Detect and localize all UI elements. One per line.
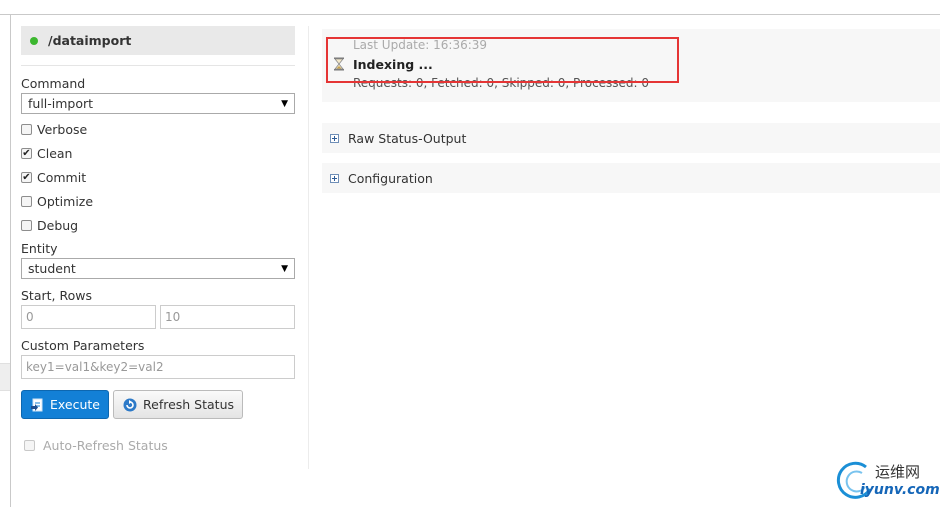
panel-divider	[308, 26, 309, 469]
command-select[interactable]: full-import ▼	[21, 93, 295, 114]
sidebar-edge-highlight	[0, 363, 10, 391]
execute-icon	[31, 398, 44, 412]
watermark-logo: 运维网 iyunv.com	[836, 459, 940, 503]
option-label: Optimize	[37, 193, 94, 209]
entity-select[interactable]: student ▼	[21, 258, 295, 279]
checkbox-unchecked-icon[interactable]	[21, 123, 32, 135]
execute-button[interactable]: Execute	[21, 390, 109, 419]
option-label: Clean	[37, 145, 73, 161]
checkbox-unchecked-icon[interactable]	[21, 219, 32, 231]
dataimport-form: /dataimport Command full-import ▼ Verbos…	[21, 26, 295, 453]
dropdown-arrow-icon: ▼	[281, 98, 288, 109]
start-rows-label: Start, Rows	[21, 288, 92, 303]
start-input[interactable]: 0	[21, 305, 156, 329]
left-border	[10, 14, 11, 507]
option-label: Debug	[37, 217, 79, 233]
rows-input[interactable]: 10	[160, 305, 295, 329]
refresh-status-button[interactable]: Refresh Status	[113, 390, 243, 419]
top-border	[0, 14, 940, 15]
option-label: Verbose	[37, 121, 88, 137]
section-label: Raw Status-Output	[348, 130, 467, 146]
command-label: Command	[21, 76, 86, 91]
action-buttons: Execute Refresh Status	[21, 390, 295, 419]
option-optimize[interactable]: Optimize	[21, 189, 295, 213]
core-header[interactable]: /dataimport	[21, 26, 295, 55]
core-name: /dataimport	[48, 33, 132, 48]
option-commit[interactable]: ✔ Commit	[21, 165, 295, 189]
status-dot-icon	[30, 36, 38, 45]
divider	[21, 65, 295, 66]
expand-plus-icon[interactable]	[330, 133, 339, 143]
refresh-label: Refresh Status	[143, 397, 235, 412]
option-verbose[interactable]: Verbose	[21, 117, 295, 141]
auto-refresh-label: Auto-Refresh Status	[43, 438, 168, 453]
refresh-icon	[123, 398, 137, 412]
highlight-annotation-box	[326, 37, 679, 83]
expand-plus-icon[interactable]	[330, 173, 339, 183]
execute-label: Execute	[50, 397, 100, 412]
watermark-en: iyunv.com	[860, 482, 940, 498]
section-label: Configuration	[348, 170, 433, 186]
dropdown-arrow-icon: ▼	[281, 263, 288, 274]
option-list: Verbose ✔ Clean ✔ Commit Optimize Debug	[21, 117, 295, 237]
start-rows-fields: 0 10	[21, 305, 295, 329]
entity-label: Entity	[21, 241, 58, 256]
checkbox-unchecked-icon[interactable]	[24, 440, 35, 451]
configuration-section[interactable]: Configuration	[322, 163, 940, 193]
entity-value: student	[28, 261, 76, 276]
option-label: Commit	[37, 169, 87, 185]
checkbox-checked-icon[interactable]: ✔	[21, 171, 32, 183]
checkbox-checked-icon[interactable]: ✔	[21, 147, 32, 159]
custom-params-label: Custom Parameters	[21, 338, 145, 353]
checkbox-unchecked-icon[interactable]	[21, 195, 32, 207]
option-clean[interactable]: ✔ Clean	[21, 141, 295, 165]
option-debug[interactable]: Debug	[21, 213, 295, 237]
command-value: full-import	[28, 96, 94, 111]
custom-params-input[interactable]: key1=val1&key2=val2	[21, 355, 295, 379]
auto-refresh-option[interactable]: Auto-Refresh Status	[21, 438, 295, 453]
raw-status-output-section[interactable]: Raw Status-Output	[322, 123, 940, 153]
watermark-cn: 运维网	[875, 463, 921, 481]
